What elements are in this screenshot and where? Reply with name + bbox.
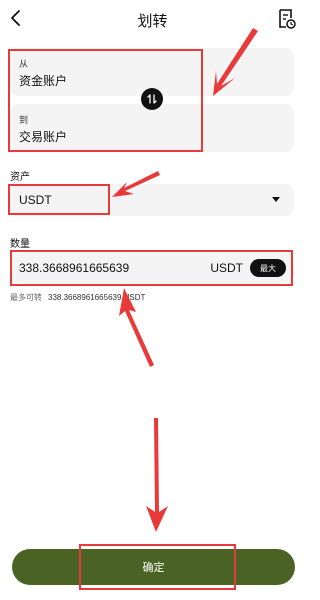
asset-label: 资产	[10, 172, 30, 183]
available-info: 最多可转 338.3668961665639 USDT	[10, 292, 145, 303]
quantity-value: 338.3668961665639	[19, 261, 130, 275]
annotation-arrow-confirm	[146, 418, 168, 532]
document-clock-icon[interactable]	[278, 8, 296, 30]
caret-down-icon	[272, 197, 280, 202]
available-label: 最多可转	[10, 293, 42, 302]
max-button[interactable]: 最大	[250, 259, 286, 277]
swap-vertical-icon	[147, 94, 157, 104]
asset-select[interactable]: USDT	[10, 184, 294, 216]
swap-accounts-button[interactable]	[141, 88, 163, 110]
confirm-button[interactable]: 确定	[12, 549, 295, 585]
to-account-card[interactable]: 到 交易账户	[10, 104, 294, 152]
page-title: 划转	[137, 13, 168, 30]
from-account-name: 资金账户	[19, 74, 68, 88]
quantity-input[interactable]: 338.3668961665639 USDT 最大	[10, 253, 294, 283]
asset-value: USDT	[19, 193, 52, 207]
available-value: 338.3668961665639 USDT	[48, 293, 146, 302]
to-account-name: 交易账户	[19, 130, 68, 144]
quantity-unit: USDT	[210, 261, 243, 275]
top-bar: 划转	[0, 0, 305, 38]
quantity-label: 数量	[10, 239, 30, 250]
to-label: 到	[19, 115, 29, 125]
from-label: 从	[19, 59, 29, 69]
